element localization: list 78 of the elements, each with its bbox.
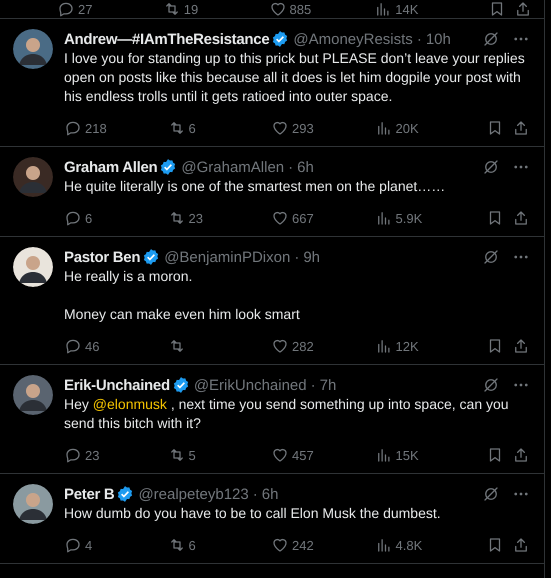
post-text: I love you for standing up to this prick but PLEASE don’t leave your replies open on posts like this because all it does is let him dogpile your post with his endless trolls until it gets ratioed into outer space. [64,49,526,106]
heart-icon [268,0,286,18]
reply-icon [64,209,82,227]
separator-dot: · [294,248,300,266]
separator-dot: · [288,158,294,176]
post-text: Money can make even him look smart [64,305,301,324]
user-name[interactable]: Peter B [64,486,114,502]
stat-button[interactable]: 27 [57,0,163,18]
stat-button[interactable]: 23 [64,446,168,464]
separator-dot: · [416,30,422,48]
heart-icon [271,337,289,355]
avatar[interactable] [13,157,53,197]
stat-button[interactable]: 46 [64,337,168,355]
stat-button[interactable]: 282 [271,337,374,355]
post-text: He really is a moron. [64,267,194,286]
stat-button[interactable]: 218 [64,119,168,137]
slashed-circle-icon[interactable] [482,485,500,503]
post-text: Hey @elonmusk , next time you send something up into space, can you send this bitch with it? [64,395,510,433]
user-handle[interactable]: @BenjaminPDixon [164,248,290,266]
post-time[interactable]: 9h [303,248,320,266]
post-text: How dumb do you have to be to call Elon Musk the dumbest. [64,504,442,523]
stat-button[interactable]: 457 [271,446,374,464]
user-handle[interactable]: @AmoneyResists [293,30,413,48]
stat-button[interactable]: 19 [162,0,268,18]
reply-icon [57,0,75,18]
stat-button[interactable]: 6 [64,209,168,227]
separator-dot: · [252,486,258,502]
stat-button[interactable]: 5 [168,446,271,464]
stat-button[interactable]: 242 [271,536,374,554]
stat-button[interactable]: 4.8K [374,536,478,554]
avatar[interactable] [13,484,53,524]
user-handle[interactable]: @GrahamAllen [181,158,284,176]
stat-button[interactable]: 293 [271,119,374,137]
slashed-circle-icon[interactable] [482,248,500,266]
user-handle[interactable]: @realpeteyb123 [138,486,249,502]
mention-link[interactable]: @elonmusk [92,396,167,412]
reply-icon [64,337,82,355]
avatar[interactable] [13,29,53,69]
share-icon[interactable] [514,0,532,18]
stat-button[interactable]: 4 [64,536,168,554]
share-icon[interactable] [512,446,530,464]
heart-icon [271,209,289,227]
user-name[interactable]: Andrew—#IAmTheResistance [64,30,270,48]
stat-button[interactable]: 6 [168,119,271,137]
slashed-circle-icon[interactable] [482,158,500,176]
post-time[interactable]: 6h [297,158,314,176]
reply-icon [64,119,82,137]
heart-icon [271,536,289,554]
separator-dot: · [310,376,316,394]
post-time[interactable]: 7h [320,376,336,394]
slashed-circle-icon[interactable] [482,30,500,48]
stat-button[interactable]: 6 [168,536,271,554]
avatar[interactable] [13,375,53,415]
user-name[interactable]: Erik-Unchained [64,376,170,394]
share-icon[interactable] [512,119,530,137]
user-handle[interactable]: @ErikUnchained [194,376,307,394]
slashed-circle-icon[interactable] [482,376,500,394]
heart-icon [271,446,289,464]
share-icon[interactable] [512,536,530,554]
avatar[interactable] [13,247,53,287]
heart-icon [271,119,289,137]
stat-button[interactable]: 14K [374,0,480,18]
share-icon[interactable] [512,209,530,227]
stat-button[interactable]: 12K [374,337,478,355]
stat-button[interactable]: 20K [374,119,478,137]
post-text: He quite literally is one of the smartest men on the planet…… [64,177,446,196]
stat-button[interactable]: 885 [268,0,374,18]
post-time[interactable]: 10h [426,30,451,48]
stat-button[interactable]: 15K [374,446,478,464]
stat-button[interactable]: 667 [271,209,374,227]
reply-icon [64,446,82,464]
stat-button[interactable]: 5.9K [374,209,478,227]
user-name[interactable]: Pastor Ben [64,248,140,266]
share-icon[interactable] [512,337,530,355]
user-name[interactable]: Graham Allen [64,158,158,176]
stat-button[interactable]: 23 [168,209,271,227]
post-time[interactable]: 6h [262,486,278,502]
reply-icon [64,536,82,554]
